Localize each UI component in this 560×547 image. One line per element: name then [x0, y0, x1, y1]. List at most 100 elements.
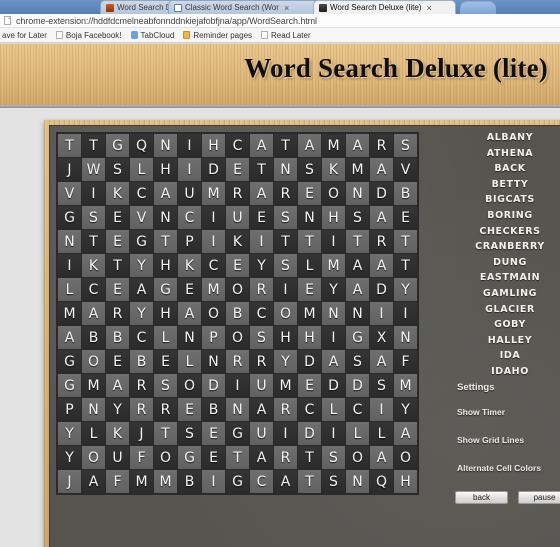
grid-cell[interactable]: F [130, 446, 153, 469]
grid-cell[interactable]: R [130, 374, 153, 397]
grid-cell[interactable]: I [322, 326, 345, 349]
grid-cell[interactable]: L [130, 158, 153, 181]
grid-cell[interactable]: T [58, 134, 81, 157]
grid-cell[interactable]: H [154, 254, 177, 277]
grid-cell[interactable]: Q [130, 134, 153, 157]
grid-cell[interactable]: E [226, 254, 249, 277]
grid-cell[interactable]: L [178, 350, 201, 373]
grid-cell[interactable]: E [178, 398, 201, 421]
grid-cell[interactable]: X [370, 326, 393, 349]
grid-cell[interactable]: G [226, 470, 249, 493]
grid-cell[interactable]: V [130, 206, 153, 229]
grid-cell[interactable]: E [394, 206, 417, 229]
grid-cell[interactable]: J [130, 422, 153, 445]
grid-cell[interactable]: H [322, 206, 345, 229]
grid-cell[interactable]: U [106, 446, 129, 469]
grid-cell[interactable]: O [202, 302, 225, 325]
grid-cell[interactable]: S [274, 254, 297, 277]
bookmark-item-3[interactable]: Reminder pages [183, 31, 252, 40]
grid-cell[interactable]: K [106, 422, 129, 445]
grid-cell[interactable]: K [82, 254, 105, 277]
grid-cell[interactable]: Y [130, 254, 153, 277]
grid-cell[interactable]: T [226, 446, 249, 469]
grid-cell[interactable]: E [298, 374, 321, 397]
grid-cell[interactable]: U [178, 182, 201, 205]
grid-cell[interactable]: Y [274, 350, 297, 373]
grid-cell[interactable]: G [58, 374, 81, 397]
grid-cell[interactable]: O [322, 182, 345, 205]
grid-cell[interactable]: I [370, 302, 393, 325]
grid-cell[interactable]: D [346, 374, 369, 397]
grid-cell[interactable]: R [274, 182, 297, 205]
grid-cell[interactable]: N [394, 326, 417, 349]
grid-cell[interactable]: G [154, 278, 177, 301]
grid-cell[interactable]: D [298, 350, 321, 373]
grid-cell[interactable]: L [298, 254, 321, 277]
grid-cell[interactable]: C [226, 134, 249, 157]
grid-cell[interactable]: H [274, 326, 297, 349]
grid-cell[interactable]: A [82, 470, 105, 493]
grid-cell[interactable]: T [346, 230, 369, 253]
grid-cell[interactable]: O [82, 446, 105, 469]
grid-cell[interactable]: D [370, 278, 393, 301]
grid-cell[interactable]: T [394, 254, 417, 277]
grid-cell[interactable]: H [154, 158, 177, 181]
grid-cell[interactable]: L [346, 422, 369, 445]
grid-cell[interactable]: E [106, 350, 129, 373]
grid-cell[interactable]: S [346, 206, 369, 229]
grid-cell[interactable]: I [322, 422, 345, 445]
grid-cell[interactable]: O [394, 446, 417, 469]
grid-cell[interactable]: C [346, 398, 369, 421]
grid-cell[interactable]: L [370, 422, 393, 445]
address-bar[interactable]: chrome-extension://hddfdcmelneabfonnddnk… [0, 14, 560, 28]
grid-cell[interactable]: I [274, 278, 297, 301]
grid-cell[interactable]: A [106, 374, 129, 397]
grid-cell[interactable]: O [346, 446, 369, 469]
grid-cell[interactable]: J [58, 470, 81, 493]
grid-cell[interactable]: O [154, 446, 177, 469]
grid-cell[interactable]: T [154, 230, 177, 253]
grid-cell[interactable]: E [154, 350, 177, 373]
grid-cell[interactable]: E [178, 278, 201, 301]
grid-cell[interactable]: E [250, 206, 273, 229]
grid-cell[interactable]: O [82, 350, 105, 373]
grid-cell[interactable]: P [178, 230, 201, 253]
grid-cell[interactable]: C [178, 206, 201, 229]
grid-cell[interactable]: C [250, 470, 273, 493]
tab-close-icon-1[interactable]: × [284, 3, 289, 13]
grid-cell[interactable]: A [58, 326, 81, 349]
grid-cell[interactable]: R [250, 350, 273, 373]
grid-cell[interactable]: A [274, 470, 297, 493]
grid-cell[interactable]: M [154, 470, 177, 493]
grid-cell[interactable]: I [202, 470, 225, 493]
grid-cell[interactable]: P [202, 326, 225, 349]
grid-cell[interactable]: A [250, 398, 273, 421]
grid-cell[interactable]: A [130, 278, 153, 301]
grid-cell[interactable]: T [298, 446, 321, 469]
grid-cell[interactable]: R [250, 278, 273, 301]
grid-cell[interactable]: Y [322, 278, 345, 301]
grid-cell[interactable]: R [154, 398, 177, 421]
grid-cell[interactable]: T [298, 230, 321, 253]
grid-cell[interactable]: N [178, 326, 201, 349]
grid-cell[interactable]: G [178, 446, 201, 469]
grid-cell[interactable]: M [298, 302, 321, 325]
grid-cell[interactable]: I [82, 182, 105, 205]
grid-cell[interactable]: M [202, 182, 225, 205]
grid-cell[interactable]: O [226, 278, 249, 301]
grid-cell[interactable]: S [298, 158, 321, 181]
grid-cell[interactable]: E [226, 158, 249, 181]
pause-button[interactable]: pause [518, 491, 560, 504]
grid-cell[interactable]: N [154, 134, 177, 157]
grid-cell[interactable]: K [178, 254, 201, 277]
grid-cell[interactable]: A [250, 134, 273, 157]
grid-cell[interactable]: N [322, 302, 345, 325]
grid-cell[interactable]: Y [58, 422, 81, 445]
grid-cell[interactable]: B [106, 326, 129, 349]
grid-cell[interactable]: M [58, 302, 81, 325]
grid-cell[interactable]: N [346, 182, 369, 205]
grid-cell[interactable]: A [82, 302, 105, 325]
grid-cell[interactable]: D [202, 374, 225, 397]
setting-row-alternate-cell-colors[interactable]: Alternate Cell Colors [457, 461, 560, 475]
grid-cell[interactable]: B [178, 470, 201, 493]
